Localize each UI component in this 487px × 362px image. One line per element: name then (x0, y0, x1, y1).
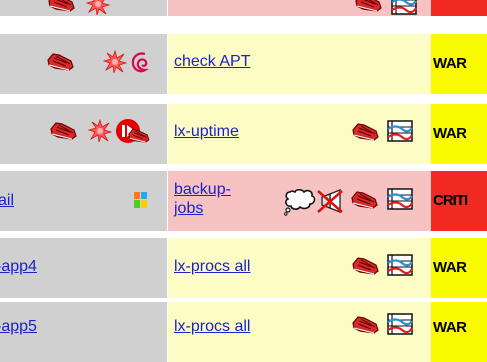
host-cell (0, 104, 167, 164)
status-label: WAR (433, 55, 467, 72)
status-label: CRITI (433, 192, 468, 209)
host-link[interactable]: -app4 (0, 257, 37, 277)
performance-graph-icon[interactable] (386, 187, 414, 213)
service-link[interactable]: check APT (174, 52, 250, 72)
status-cell: CRITI (431, 171, 487, 231)
status-label: WAR (433, 125, 467, 142)
service-link-line: jobs (174, 200, 204, 217)
service-link[interactable]: lx-uptime (174, 122, 239, 142)
disabled-notification-icon[interactable] (316, 188, 344, 214)
debian-logo-icon (131, 52, 149, 73)
table-row: ail backup-jobs CRITI (0, 171, 487, 231)
notifications-off-icon[interactable] (48, 0, 76, 16)
host-cell: -app4 (0, 238, 167, 298)
performance-graph-icon[interactable] (386, 253, 414, 279)
service-link[interactable]: lx-procs all (174, 317, 250, 337)
status-cell: WAR (431, 34, 487, 94)
host-link[interactable]: ail (0, 191, 14, 211)
notifications-off-icon[interactable] (351, 189, 379, 213)
status-cell (431, 0, 487, 16)
performance-graph-icon[interactable] (390, 0, 418, 16)
performance-graph-icon[interactable] (386, 119, 414, 145)
service-link[interactable]: backup-jobs (174, 180, 244, 218)
host-cell: -app5 (0, 302, 167, 362)
status-label: WAR (433, 259, 467, 276)
service-cell: lx-procs all (168, 302, 431, 362)
service-cell: lx-procs all (168, 238, 431, 298)
service-link-line: backup- (174, 181, 231, 198)
status-cell: WAR (431, 104, 487, 164)
passive-check-icon[interactable] (114, 117, 150, 147)
service-cell: backup-jobs (168, 171, 431, 231)
status-label: WAR (433, 319, 467, 336)
table-row: lx-uptime WAR (0, 104, 487, 164)
flapping-icon[interactable] (86, 0, 110, 16)
host-cell (0, 0, 167, 16)
status-cell: WAR (431, 302, 487, 362)
table-row: -app4 lx-procs all WAR (0, 238, 487, 298)
service-cell: lx-uptime (168, 104, 431, 164)
service-cell: check APT (168, 34, 431, 94)
notifications-off-icon[interactable] (355, 0, 383, 16)
service-cell (168, 0, 431, 16)
table-row: check APT WAR (0, 34, 487, 94)
comment-icon[interactable] (284, 188, 320, 216)
service-status-table: check APT WAR lx-uptime WAR ail backup- … (0, 0, 487, 362)
flapping-icon[interactable] (103, 50, 127, 74)
host-cell: ail (0, 171, 167, 231)
windows-logo-icon (126, 192, 147, 209)
table-row: -app5 lx-procs all WAR (0, 302, 487, 362)
notifications-off-icon[interactable] (352, 314, 380, 338)
notifications-off-icon[interactable] (50, 120, 78, 144)
notifications-off-icon[interactable] (352, 255, 380, 279)
host-cell (0, 34, 167, 94)
service-link[interactable]: lx-procs all (174, 257, 250, 277)
status-cell: WAR (431, 238, 487, 298)
table-row (0, 0, 487, 16)
host-link[interactable]: -app5 (0, 317, 37, 337)
notifications-off-icon[interactable] (352, 121, 380, 145)
flapping-icon[interactable] (88, 119, 112, 143)
performance-graph-icon[interactable] (386, 312, 414, 338)
notifications-off-icon[interactable] (47, 51, 75, 75)
